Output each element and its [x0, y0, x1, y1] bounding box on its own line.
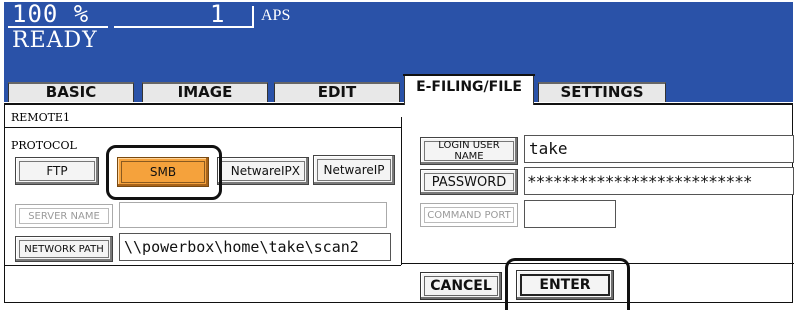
- server-name-field[interactable]: [119, 202, 387, 228]
- tab-edit[interactable]: EDIT: [274, 82, 400, 102]
- server-name-button[interactable]: SERVER NAME: [15, 204, 113, 228]
- tab-basic[interactable]: BASIC: [8, 82, 134, 102]
- column-divider: [401, 117, 402, 265]
- command-port-field[interactable]: [524, 200, 616, 228]
- zoom-readout: 100 %: [12, 0, 90, 28]
- cancel-button-label: CANCEL: [424, 276, 498, 296]
- command-port-button-label: COMMAND PORT: [424, 207, 514, 223]
- smb-highlight-callout: [106, 145, 222, 200]
- title-divider: [5, 127, 401, 128]
- left-bottom-divider: [5, 265, 401, 266]
- paper-mode-label: APS: [261, 7, 291, 24]
- copies-underline: [114, 26, 254, 28]
- password-button-label: PASSWORD: [424, 173, 514, 191]
- machine-status: READY: [12, 28, 98, 53]
- login-user-name-button[interactable]: LOGIN USER NAME: [420, 137, 518, 165]
- netware-ip-button[interactable]: NetwareIP: [313, 155, 395, 185]
- network-path-button-label: NETWORK PATH: [19, 240, 109, 258]
- settings-panel: REMOTE1 PROTOCOL FTP SMB NetwareIPX Netw…: [4, 103, 794, 303]
- login-user-name-button-label: LOGIN USER NAME: [424, 140, 514, 162]
- password-button[interactable]: PASSWORD: [420, 169, 518, 195]
- tab-e-filing-file[interactable]: E-FILING/FILE: [403, 74, 535, 105]
- cancel-button[interactable]: CANCEL: [420, 272, 502, 300]
- password-field[interactable]: **************************: [524, 167, 794, 195]
- network-path-field[interactable]: \\powerbox\home\take\scan2: [119, 233, 391, 261]
- login-user-name-field[interactable]: take: [524, 135, 794, 163]
- ftp-button[interactable]: FTP: [15, 157, 99, 185]
- protocol-label: PROTOCOL: [11, 139, 77, 152]
- netware-ipx-button[interactable]: NetwareIPX: [217, 157, 309, 185]
- netware-ipx-button-label: NetwareIPX: [221, 161, 305, 181]
- command-port-button[interactable]: COMMAND PORT: [420, 203, 518, 227]
- tab-settings[interactable]: SETTINGS: [538, 82, 666, 102]
- copies-readout: 1: [210, 0, 225, 28]
- copies-divider: [252, 6, 254, 28]
- enter-highlight-callout: [505, 258, 630, 310]
- server-name-button-label: SERVER NAME: [19, 208, 109, 224]
- network-path-button[interactable]: NETWORK PATH: [15, 236, 113, 262]
- panel-title: REMOTE1: [11, 111, 70, 124]
- ftp-button-label: FTP: [19, 161, 95, 181]
- netware-ip-button-label: NetwareIP: [317, 159, 391, 181]
- tab-image[interactable]: IMAGE: [142, 82, 268, 102]
